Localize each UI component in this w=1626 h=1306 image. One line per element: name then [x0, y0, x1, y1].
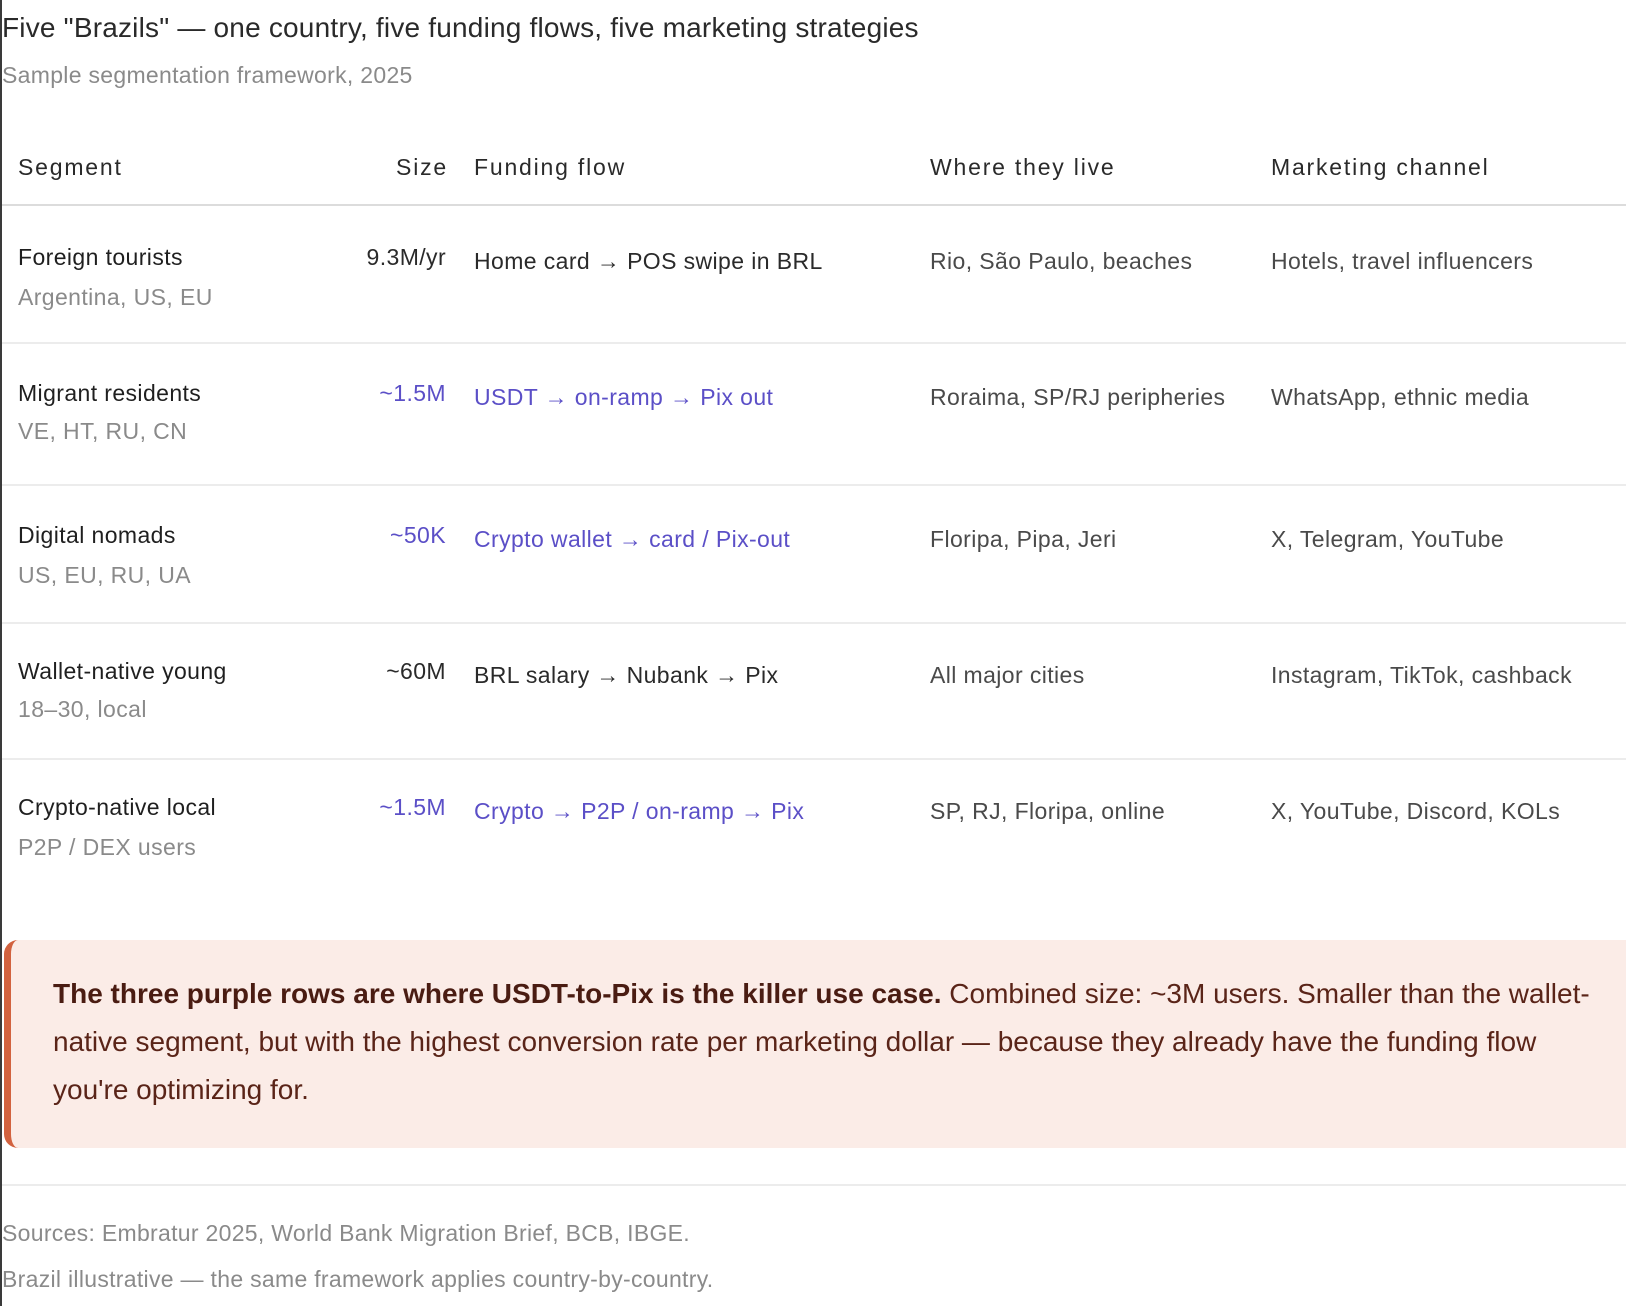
- segment-size: ~1.5M: [379, 380, 446, 406]
- key-insight-callout: The three purple rows are where USDT-to-…: [4, 940, 1626, 1148]
- funding-flow: Crypto wallet → card / Pix-out: [474, 526, 791, 552]
- sources-note: Sources: Embratur 2025, World Bank Migra…: [2, 1220, 691, 1246]
- segment-subtitle: VE, HT, RU, CN: [18, 418, 188, 444]
- callout-bold-lead: The three purple rows are where USDT-to-…: [53, 978, 942, 1009]
- marketing-channel: X, Telegram, YouTube: [1271, 526, 1505, 552]
- segment-name: Migrant residents: [18, 380, 202, 406]
- table-row: Digital nomads US, EU, RU, UA ~50K Crypt…: [2, 486, 1626, 624]
- table-row: Crypto-native local P2P / DEX users ~1.5…: [2, 760, 1626, 900]
- page-title: Five "Brazils" — one country, five fundi…: [2, 12, 919, 43]
- segment-name: Foreign tourists: [18, 244, 183, 270]
- table-header: Segment Size Funding flow Where they liv…: [2, 120, 1626, 206]
- footer-divider: [2, 1184, 1626, 1186]
- funding-flow: Crypto → P2P / on-ramp → Pix: [474, 798, 805, 824]
- segment-name: Crypto-native local: [18, 794, 217, 820]
- column-header-where: Where they live: [930, 154, 1116, 180]
- segment-name: Wallet-native young: [18, 658, 227, 684]
- segmentation-table: Segment Size Funding flow Where they liv…: [2, 120, 1626, 900]
- marketing-channel: Instagram, TikTok, cashback: [1271, 662, 1572, 688]
- segment-size: ~50K: [390, 522, 446, 548]
- marketing-channel: X, YouTube, Discord, KOLs: [1271, 798, 1561, 824]
- framework-note: Brazil illustrative — the same framework…: [2, 1266, 714, 1292]
- where-they-live: Rio, São Paulo, beaches: [930, 248, 1193, 274]
- where-they-live: All major cities: [930, 662, 1085, 688]
- where-they-live: Roraima, SP/RJ peripheries: [930, 384, 1226, 410]
- segment-size: 9.3M/yr: [366, 244, 446, 270]
- column-header-segment: Segment: [18, 154, 123, 180]
- funding-flow: BRL salary → Nubank → Pix: [474, 662, 779, 688]
- segment-size: ~60M: [386, 658, 446, 684]
- table-row: Foreign tourists Argentina, US, EU 9.3M/…: [2, 206, 1626, 344]
- segment-subtitle: Argentina, US, EU: [18, 284, 213, 310]
- funding-flow: Home card → POS swipe in BRL: [474, 248, 823, 274]
- page: Five "Brazils" — one country, five fundi…: [0, 0, 1626, 1306]
- where-they-live: SP, RJ, Floripa, online: [930, 798, 1166, 824]
- marketing-channel: Hotels, travel influencers: [1271, 248, 1534, 274]
- segment-subtitle: US, EU, RU, UA: [18, 562, 192, 588]
- page-subtitle: Sample segmentation framework, 2025: [2, 62, 413, 88]
- table-row: Wallet-native young 18–30, local ~60M BR…: [2, 624, 1626, 760]
- column-header-funding-flow: Funding flow: [474, 154, 627, 180]
- funding-flow: USDT → on-ramp → Pix out: [474, 384, 774, 410]
- segment-subtitle: 18–30, local: [18, 696, 147, 722]
- marketing-channel: WhatsApp, ethnic media: [1271, 384, 1530, 410]
- segment-size: ~1.5M: [379, 794, 446, 820]
- column-header-size: Size: [396, 154, 448, 180]
- column-header-channel: Marketing channel: [1271, 154, 1490, 180]
- where-they-live: Floripa, Pipa, Jeri: [930, 526, 1117, 552]
- segment-name: Digital nomads: [18, 522, 176, 548]
- table-row: Migrant residents VE, HT, RU, CN ~1.5M U…: [2, 344, 1626, 486]
- segment-subtitle: P2P / DEX users: [18, 834, 197, 860]
- callout-text: The three purple rows are where USDT-to-…: [53, 970, 1598, 1114]
